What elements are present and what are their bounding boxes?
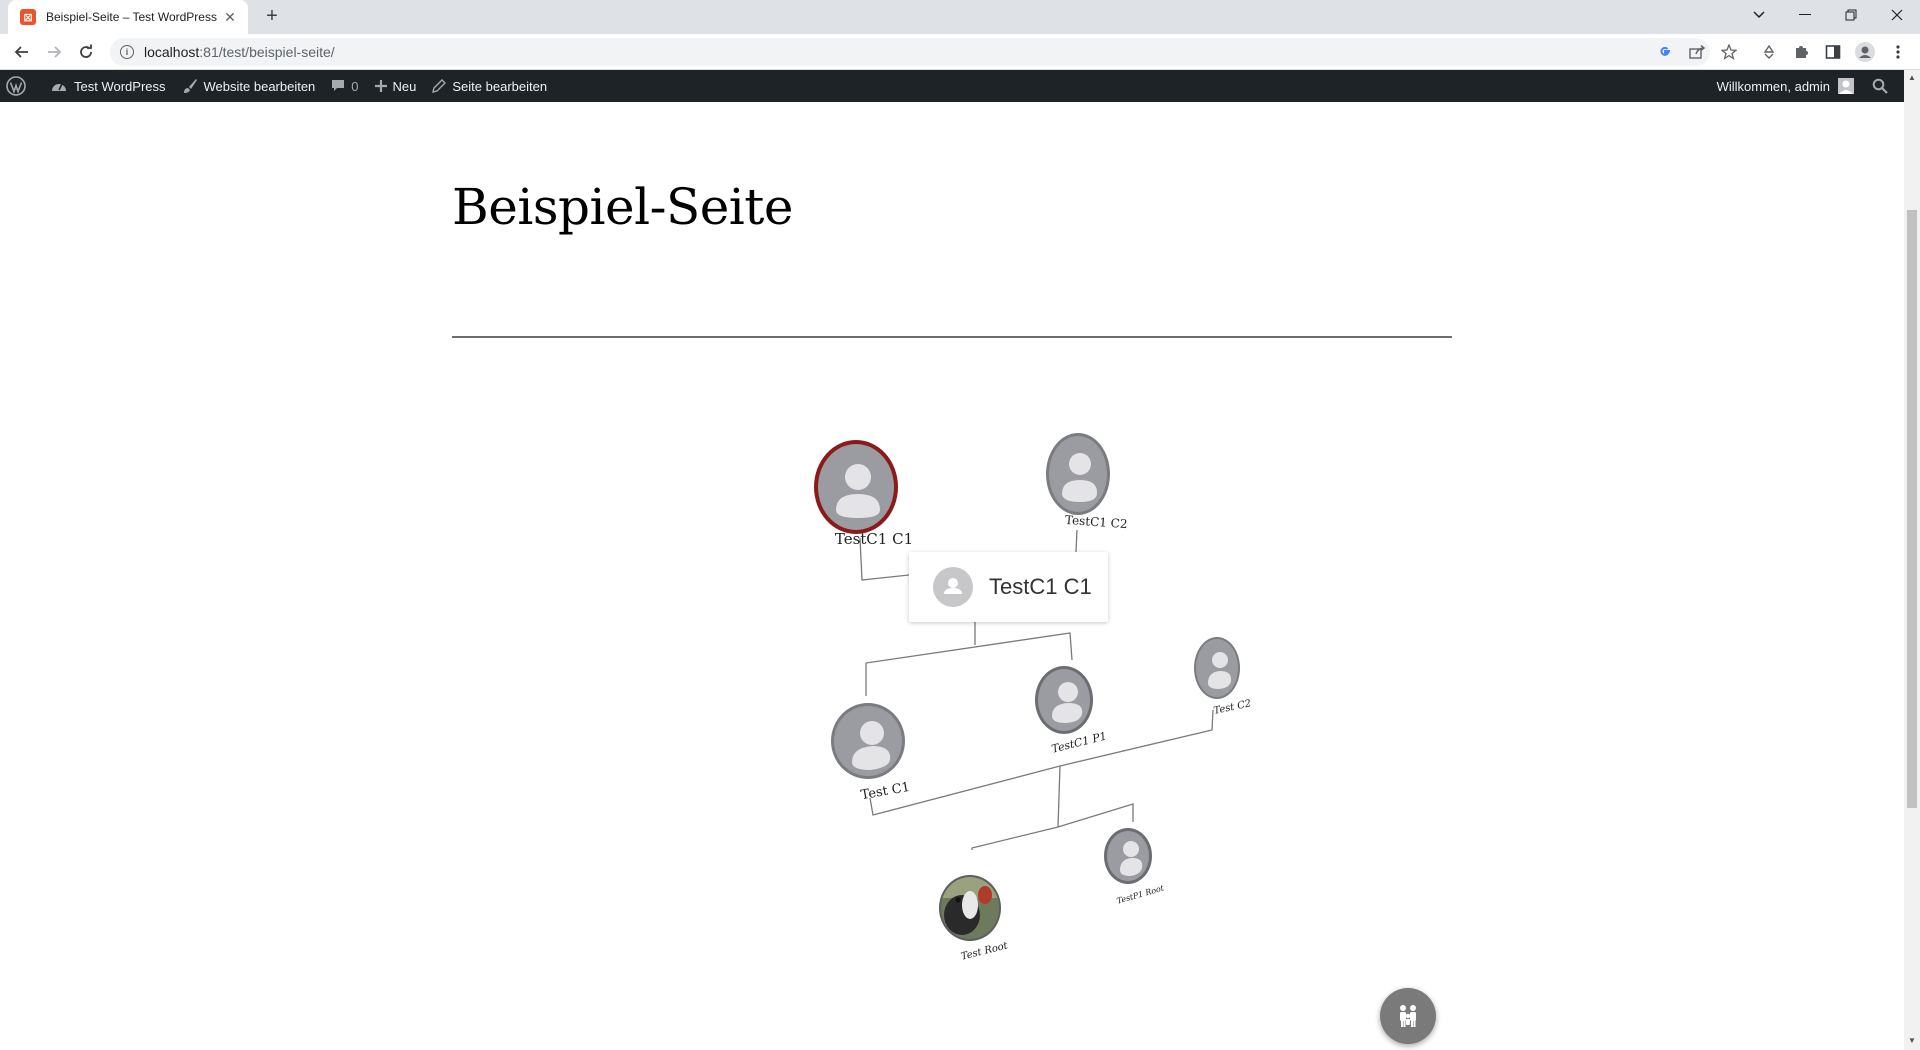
share-icon[interactable] xyxy=(1687,42,1707,62)
adminbar-edit-page[interactable]: Seite bearbeiten xyxy=(424,70,555,102)
tree-node-test-root[interactable]: Test Root xyxy=(938,874,1010,963)
adminbar-customize[interactable]: Website bearbeiten xyxy=(174,70,324,102)
connector-children-bar xyxy=(865,632,1073,664)
url-host: localhost xyxy=(144,44,200,60)
node-label: Test C2 xyxy=(1213,698,1253,717)
family-tree-chart: TestC1 C1 TestC1 C2 Test C1 TestC1 P1 Te… xyxy=(814,433,1252,963)
bookmark-star-icon[interactable] xyxy=(1719,42,1739,62)
tree-node-test-c1[interactable]: Test C1 xyxy=(831,703,911,803)
node-label: TestC1 C1 xyxy=(835,530,913,548)
node-label: Test C1 xyxy=(860,780,911,803)
node-label: TestP1 Root xyxy=(1116,883,1166,905)
restore-icon[interactable] xyxy=(1828,0,1874,30)
tab-search-icon[interactable] xyxy=(1736,0,1782,30)
edit-page-label: Seite bearbeiten xyxy=(452,78,548,94)
tab-close-icon[interactable]: ✕ xyxy=(222,9,238,26)
url-path: :81/test/beispiel-seite/ xyxy=(199,44,335,60)
google-lens-icon[interactable] xyxy=(1655,42,1675,62)
selected-person-card[interactable]: TestC1 C1 xyxy=(909,552,1108,622)
brush-icon xyxy=(183,79,197,93)
tree-node-testc1-c2[interactable]: TestC1 C2 xyxy=(1046,433,1128,531)
person-icon xyxy=(933,567,973,607)
profile-avatar-icon[interactable] xyxy=(1855,42,1875,62)
tree-node-testc1-p1[interactable]: TestC1 P1 xyxy=(1035,666,1108,756)
close-window-icon[interactable] xyxy=(1874,0,1920,30)
dashboard-gauge-icon xyxy=(52,83,66,91)
card-person-name: TestC1 C1 xyxy=(989,574,1092,599)
browser-toolbar: i localhost:81/test/beispiel-seite/ xyxy=(0,34,1920,70)
connector-parents-bar xyxy=(869,709,1214,816)
new-tab-button[interactable]: + xyxy=(260,5,284,29)
address-bar[interactable]: i localhost:81/test/beispiel-seite/ xyxy=(110,38,1710,66)
tree-node-test-c2[interactable]: Test C2 xyxy=(1194,637,1252,717)
node-label: Test Root xyxy=(960,940,1010,962)
greeting-label: Willkommen, admin xyxy=(1716,78,1830,94)
adminbar-new[interactable]: Neu xyxy=(367,70,425,102)
site-info-icon[interactable]: i xyxy=(120,45,134,59)
comments-count: 0 xyxy=(351,78,359,94)
adminbar-account[interactable]: Willkommen, admin xyxy=(1709,70,1862,102)
scroll-down-icon[interactable]: ▼ xyxy=(1907,1036,1917,1046)
node-label: TestC1 C2 xyxy=(1065,513,1128,531)
side-panel-icon[interactable] xyxy=(1823,42,1843,62)
title-separator xyxy=(452,336,1452,338)
customize-label: Website bearbeiten xyxy=(203,78,316,94)
family-icon xyxy=(1400,1005,1416,1027)
wordpress-logo-icon[interactable] xyxy=(0,70,42,102)
dog-photo-avatar xyxy=(941,877,999,939)
minimize-icon[interactable] xyxy=(1782,0,1828,30)
tree-node-testc1-c1[interactable]: TestC1 C1 xyxy=(814,440,913,548)
page-scrollbar[interactable]: ▲ ▼ xyxy=(1904,70,1920,1050)
forward-icon[interactable] xyxy=(40,38,68,66)
tab-title: Beispiel-Seite – Test WordPress xyxy=(46,10,217,24)
page-title: Beispiel-Seite xyxy=(452,178,793,236)
extension-recycle-icon[interactable] xyxy=(1759,42,1779,62)
adminbar-site-name[interactable]: Test WordPress xyxy=(42,70,174,102)
family-tree-fab-button[interactable] xyxy=(1380,988,1436,1044)
back-icon[interactable] xyxy=(8,38,36,66)
adminbar-comments[interactable]: 0 xyxy=(323,70,366,102)
pencil-icon xyxy=(432,79,447,93)
connector-to-roots xyxy=(1057,765,1061,828)
comment-bubble-icon xyxy=(332,80,345,91)
wp-admin-bar: Test WordPress Website bearbeiten 0 Neu … xyxy=(0,70,1904,102)
reload-icon[interactable] xyxy=(72,38,100,66)
tab-favicon-icon: ⊠ xyxy=(20,9,36,25)
adminbar-search-icon[interactable] xyxy=(1862,70,1904,102)
admin-avatar xyxy=(1838,78,1854,94)
site-name-label: Test WordPress xyxy=(74,78,166,94)
new-label: Neu xyxy=(392,78,417,94)
extensions-puzzle-icon[interactable] xyxy=(1791,42,1811,62)
connector-c2-to-card xyxy=(1075,529,1078,553)
browser-tab[interactable]: ⊠ Beispiel-Seite – Test WordPress ✕ xyxy=(8,0,248,34)
scroll-up-icon[interactable]: ▲ xyxy=(1907,73,1917,83)
browser-tab-strip: ⊠ Beispiel-Seite – Test WordPress ✕ + xyxy=(0,0,1920,34)
scrollbar-thumb[interactable] xyxy=(1907,210,1917,808)
browser-menu-icon[interactable] xyxy=(1888,42,1908,62)
tree-node-testp1-root[interactable]: TestP1 Root xyxy=(1104,828,1166,906)
plus-icon xyxy=(374,80,387,92)
